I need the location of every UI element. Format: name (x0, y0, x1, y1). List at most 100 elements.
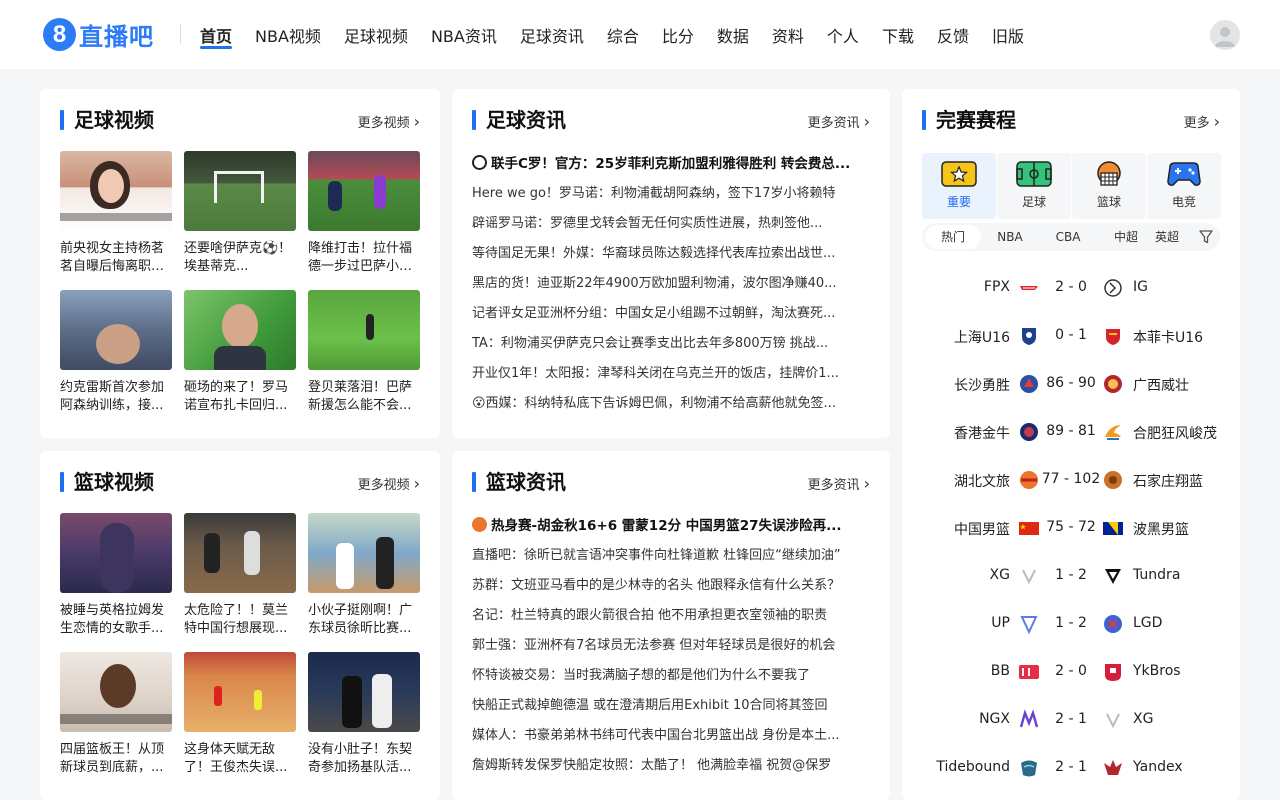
video-caption: 登贝莱落泪！巴萨新援怎么能不会... (308, 380, 413, 413)
match-row[interactable]: FPX 2 - 0 IG (902, 265, 1240, 313)
home-team: 香港金牛 (954, 426, 1010, 442)
video-thumbnail (308, 151, 420, 231)
home-team: 中国男篮 (954, 522, 1010, 538)
video-item[interactable]: 太危险了！！莫兰特中国行想展现... (184, 513, 296, 638)
nav-item-general[interactable]: 综合 (607, 0, 639, 69)
news-item[interactable]: 记者评女足亚洲杯分组：中国女足小组踢不过朝鲜，淘汰赛死... (472, 299, 870, 329)
team-logo-icon (1022, 328, 1036, 345)
more-news-link[interactable]: 更多资讯 (808, 112, 870, 131)
match-score: 0 - 1 (1055, 327, 1087, 343)
nav-item-home[interactable]: 首页 (200, 0, 233, 69)
more-videos-link[interactable]: 更多视频 (358, 474, 420, 493)
match-row[interactable]: XG 1 - 2 Tundra (902, 553, 1240, 601)
nav-item-nba-news[interactable]: NBA资讯 (431, 0, 497, 69)
news-item[interactable]: Here we go！罗马诺：利物浦截胡阿森纳，签下17岁小将赖特 (472, 179, 870, 209)
nav-item-football-news[interactable]: 足球资讯 (520, 0, 584, 69)
match-row[interactable]: Tidebound 2 - 1 Yandex (902, 745, 1240, 793)
category-football[interactable]: 足球 (997, 153, 1071, 219)
video-item[interactable]: 没有小肚子！东契奇参加扬基队活... (308, 652, 420, 777)
away-team: 合肥狂风峻茂 (1133, 426, 1217, 442)
more-schedule-link[interactable]: 更多 (1184, 112, 1220, 131)
main-nav: 首页 NBA视频 足球视频 NBA资讯 足球资讯 综合 比分 数据 资料 个人 … (200, 0, 1047, 69)
video-caption: 四届篮板王！从顶新球员到底薪，... (60, 742, 165, 775)
match-row[interactable]: 长沙勇胜 86 - 90 广西威壮 (902, 361, 1240, 409)
basketball-news-card: 篮球资讯 更多资讯 热身赛-胡金秋16+6 雷蒙12分 中国男篮27失误涉险再.… (452, 451, 890, 800)
news-item[interactable]: 詹姆斯转发保罗快船定妆照：太酷了！ 他满脸幸福 祝贺@保罗 (472, 751, 870, 781)
news-item[interactable]: 开业仅1年！太阳报：津琴科关闭在乌克兰开的饭店，挂牌价1... (472, 359, 870, 389)
tab-epl[interactable]: 英超 (1155, 225, 1195, 249)
nav-item-feedback[interactable]: 反馈 (937, 0, 969, 69)
match-score: 1 - 2 (1055, 615, 1087, 631)
news-item[interactable]: 黑店的货！迪亚斯22年4900万欧加盟利物浦，波尔图净赚40... (472, 269, 870, 299)
divider (180, 24, 181, 44)
tab-cba[interactable]: CBA (1039, 225, 1097, 249)
video-caption: 被睡与英格拉姆发生恋情的女歌手... (60, 603, 165, 636)
news-item[interactable]: 名记：杜兰特真的跟火箭很合拍 他不用承担更衣室领袖的职责 (472, 601, 870, 631)
football-news-card: 足球资讯 更多资讯 联手C罗！官方：25岁菲利克斯加盟利雅得胜利 转会费总...… (452, 89, 890, 438)
basketball-video-card: 篮球视频 更多视频 被睡与英格拉姆发生恋情的女歌手... 太危险了！！莫兰特中国… (40, 451, 440, 800)
news-item-headline[interactable]: 联手C罗！官方：25岁菲利克斯加盟利雅得胜利 转会费总... (472, 149, 870, 179)
news-item[interactable]: 怀特谈被交易：当时我满脑子想的都是他们为什么不要我了 (472, 661, 870, 691)
news-item[interactable]: 苏群：文班亚马看中的是少林寺的名头 他跟释永信有什么关系？ (472, 571, 870, 601)
news-item[interactable]: 等待国足无果！外媒：华裔球员陈达毅选择代表库拉索出战世... (472, 239, 870, 269)
news-item[interactable]: 媒体人：书豪弟弟林书纬可代表中国台北男篮出战 身份是本土... (472, 721, 870, 751)
league-tabs: 热门 NBA CBA 中超 英超 (922, 223, 1220, 251)
video-item[interactable]: 这身体天赋无敌了！王俊杰失误... (184, 652, 296, 777)
nav-item-old-version[interactable]: 旧版 (992, 0, 1024, 69)
match-row[interactable]: 中国男篮 75 - 72 波黑男篮 (902, 505, 1240, 553)
site-logo[interactable]: 8 直播吧 (43, 17, 154, 52)
video-item[interactable]: 约克雷斯首次参加阿森纳训练，接... (60, 290, 172, 415)
nav-item-personal[interactable]: 个人 (827, 0, 859, 69)
video-caption: 小伙子挺刚啊！广东球员徐昕比赛... (308, 603, 413, 636)
team-logo-icon (1104, 375, 1122, 393)
category-important[interactable]: 重要 (922, 153, 996, 219)
basketball-hoop-icon (1097, 161, 1121, 186)
category-esports[interactable]: 电竞 (1147, 153, 1221, 219)
logo-mark: 8 (43, 18, 76, 51)
news-item[interactable]: 直播吧：徐昕已就言语冲突事件向杜锋道歉 杜锋回应“继续加油” (472, 541, 870, 571)
bosnia-flag-icon (1103, 522, 1123, 535)
video-item[interactable]: 前央视女主持杨茗茗自曝后悔离职：在央视当主持人可能一辈子... (60, 151, 172, 276)
video-item[interactable]: 登贝莱落泪！巴萨新援怎么能不会... (308, 290, 420, 415)
news-item[interactable]: 辟谣罗马诺：罗德里戈转会暂无任何实质性进展，热刺签他... (472, 209, 870, 239)
tab-nba[interactable]: NBA (981, 225, 1039, 249)
nav-item-nba-video[interactable]: NBA视频 (255, 0, 321, 69)
more-videos-link[interactable]: 更多视频 (358, 112, 420, 131)
news-item-headline[interactable]: 热身赛-胡金秋16+6 雷蒙12分 中国男篮27失误涉险再... (472, 511, 870, 541)
match-score: 75 - 72 (1046, 519, 1096, 535)
tab-csl[interactable]: 中超 (1097, 225, 1155, 249)
match-row[interactable]: NGX 2 - 1 XG (902, 697, 1240, 745)
match-row[interactable]: 上海U16 0 - 1 本菲卡U16 (902, 313, 1240, 361)
video-item[interactable]: 砸场的来了！罗马诺宣布扎卡回归... (184, 290, 296, 415)
nav-item-football-video[interactable]: 足球视频 (344, 0, 408, 69)
video-item[interactable]: 四届篮板王！从顶新球员到底薪，... (60, 652, 172, 777)
user-avatar-icon[interactable] (1210, 20, 1240, 50)
match-row[interactable]: BB 2 - 0 YkBros (902, 649, 1240, 697)
tab-hot[interactable]: 热门 (925, 225, 981, 249)
category-basketball[interactable]: 篮球 (1072, 153, 1146, 219)
video-item[interactable]: 降维打击！拉什福德一步过巴萨小将... (308, 151, 420, 276)
video-item[interactable]: 被睡与英格拉姆发生恋情的女歌手... (60, 513, 172, 638)
nav-item-data[interactable]: 数据 (717, 0, 749, 69)
match-row[interactable]: 湖北文旅 77 - 102 石家庄翔蓝 (902, 457, 1240, 505)
news-item[interactable]: 😮西媒：科纳特私底下告诉姆巴佩，利物浦不给高薪他就免签... (472, 389, 870, 419)
football-pitch-icon (1016, 161, 1052, 187)
more-news-link[interactable]: 更多资讯 (808, 474, 870, 493)
news-item[interactable]: TA：利物浦买伊萨克只会让赛季支出比去年多800万镑 挑战... (472, 329, 870, 359)
news-item[interactable]: 郭士强：亚洲杯有7名球员无法参赛 但对年轻球员是很好的机会 (472, 631, 870, 661)
news-item[interactable]: 快船正式裁掉鲍德温 或在澄清期后用Exhibit 10合同将其签回 (472, 691, 870, 721)
nav-item-scores[interactable]: 比分 (662, 0, 694, 69)
team-logo-icon (1020, 423, 1038, 441)
team-logo-icon (1104, 615, 1122, 633)
video-item[interactable]: 还要啥伊萨克⚽！埃基蒂克... (184, 151, 296, 276)
nav-item-download[interactable]: 下载 (882, 0, 914, 69)
team-logo-icon (1106, 713, 1120, 729)
filter-icon[interactable] (1198, 229, 1214, 245)
nav-item-info[interactable]: 资料 (772, 0, 804, 69)
video-thumbnail (308, 652, 420, 732)
match-row[interactable]: UP 1 - 2 LGD (902, 601, 1240, 649)
away-team: IG (1133, 279, 1148, 295)
match-score: 2 - 0 (1055, 663, 1087, 679)
video-item[interactable]: 小伙子挺刚啊！广东球员徐昕比赛... (308, 513, 420, 638)
match-row[interactable]: 香港金牛 89 - 81 合肥狂风峻茂 (902, 409, 1240, 457)
